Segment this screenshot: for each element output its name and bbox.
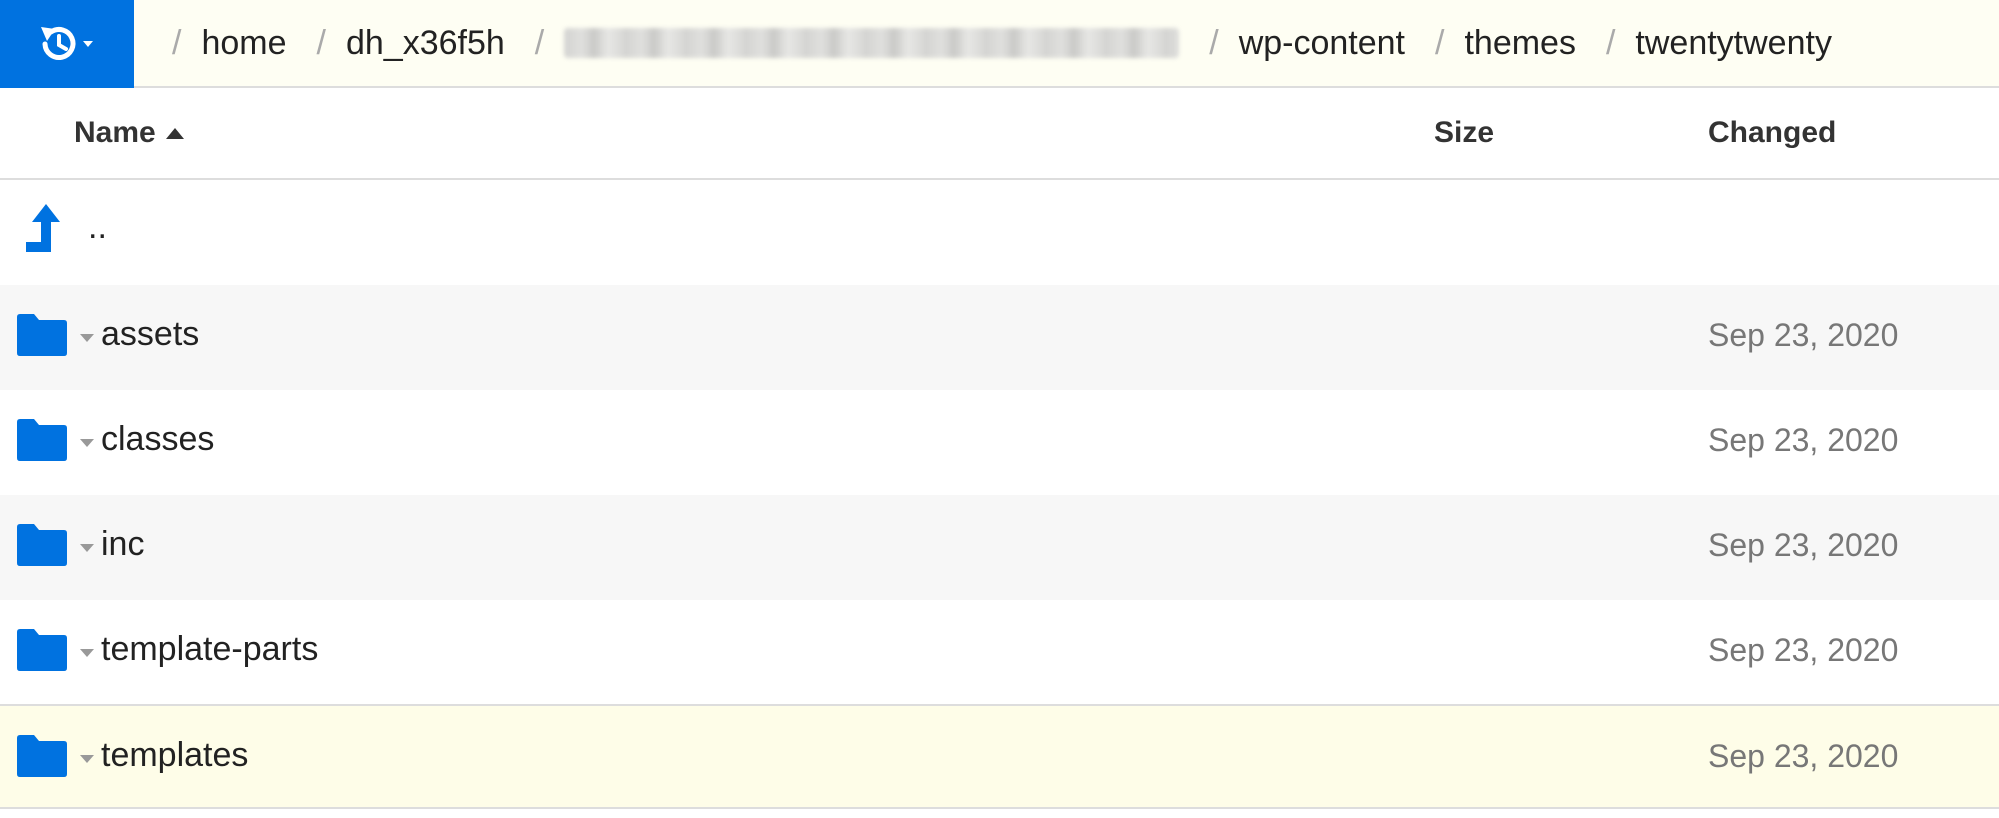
file-changed-date: Sep 23, 2020: [1708, 738, 1899, 774]
file-changed-date: Sep 23, 2020: [1708, 632, 1899, 668]
file-list-header: Name Size Changed: [0, 88, 1999, 180]
folder-icon: [14, 734, 68, 783]
level-up-icon: [22, 204, 62, 261]
history-icon: [41, 27, 93, 60]
column-header-changed[interactable]: Changed: [1708, 116, 1836, 150]
list-item[interactable]: assets Sep 23, 2020: [0, 285, 1999, 390]
breadcrumb-user[interactable]: dh_x36f5h: [346, 24, 505, 63]
chevron-down-icon[interactable]: [80, 334, 94, 342]
breadcrumb-separator: /: [1435, 23, 1445, 62]
folder-icon: [14, 418, 68, 467]
breadcrumb-separator: /: [316, 23, 326, 62]
breadcrumb-separator: /: [534, 23, 545, 62]
column-header-name[interactable]: Name: [74, 116, 184, 150]
breadcrumb-separator: /: [1605, 23, 1616, 62]
chevron-down-icon[interactable]: [80, 544, 94, 552]
chevron-down-icon[interactable]: [80, 439, 94, 447]
list-item[interactable]: classes Sep 23, 2020: [0, 390, 1999, 495]
file-name: inc: [101, 525, 145, 563]
column-header-size[interactable]: Size: [1434, 116, 1494, 150]
sort-ascending-icon: [165, 127, 184, 139]
list-item[interactable]: template-parts Sep 23, 2020: [0, 600, 1999, 705]
chevron-down-icon[interactable]: [80, 649, 94, 657]
folder-icon: [14, 628, 68, 677]
list-item[interactable]: inc Sep 23, 2020: [0, 495, 1999, 600]
folder-icon: [14, 313, 68, 362]
parent-directory-row[interactable]: ..: [0, 180, 1999, 285]
file-changed-date: Sep 23, 2020: [1708, 527, 1899, 563]
breadcrumb-redacted-domain[interactable]: [564, 28, 1180, 58]
breadcrumb-separator: /: [172, 23, 182, 62]
file-changed-date: Sep 23, 2020: [1708, 317, 1899, 353]
folder-icon: [14, 523, 68, 572]
parent-directory-label: ..: [88, 208, 107, 246]
breadcrumb-home[interactable]: home: [201, 24, 286, 63]
column-header-name-label: Name: [74, 116, 156, 149]
file-changed-date: Sep 23, 2020: [1708, 422, 1899, 458]
history-button[interactable]: [0, 0, 134, 88]
breadcrumb-current[interactable]: twentytwenty: [1635, 24, 1832, 63]
list-item-selected[interactable]: templates Sep 23, 2020: [0, 704, 1999, 809]
file-name: template-parts: [101, 630, 319, 668]
chevron-down-icon: [83, 41, 93, 47]
breadcrumb-wp-content[interactable]: wp-content: [1239, 24, 1405, 63]
file-name: classes: [101, 420, 215, 458]
chevron-down-icon[interactable]: [80, 755, 94, 763]
breadcrumb-separator: /: [1209, 23, 1219, 62]
file-name: templates: [101, 736, 249, 774]
path-bar: / home / dh_x36f5h / / wp-content / them…: [0, 0, 1999, 88]
breadcrumb-themes[interactable]: themes: [1464, 24, 1576, 63]
breadcrumb: / home / dh_x36f5h / / wp-content / them…: [172, 0, 1862, 86]
file-name: assets: [101, 315, 200, 353]
